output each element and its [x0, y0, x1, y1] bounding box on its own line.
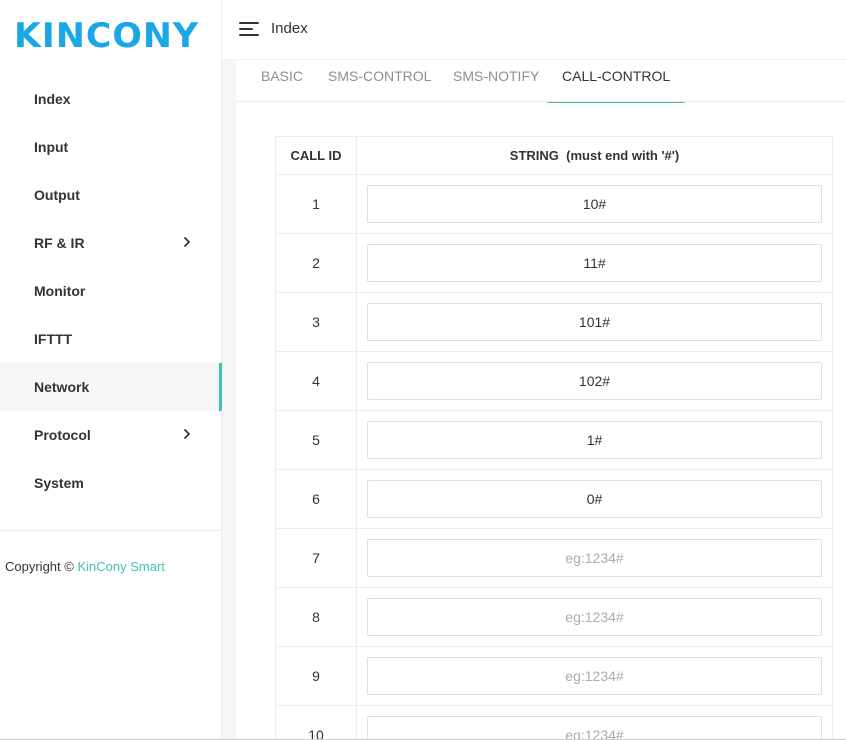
sidebar-item-system[interactable]: System — [0, 459, 221, 507]
content-panel: BASIC SMS-CONTROL SMS-NOTIFY CALL-CONTROL C… — [236, 60, 846, 740]
call-string-input[interactable] — [367, 303, 822, 341]
sidebar-divider — [0, 530, 221, 531]
logo-text: KINCONY — [14, 16, 200, 56]
table-row: 7 — [276, 529, 832, 588]
call-id-cell: 7 — [276, 529, 357, 587]
sidebar-item-ifttt[interactable]: IFTTT — [0, 315, 221, 363]
page-title: Index — [271, 20, 308, 37]
table-row: 8 — [276, 588, 832, 647]
sidebar-item-protocol[interactable]: Protocol — [0, 411, 221, 459]
table-row: 4 — [276, 352, 832, 411]
call-id-cell: 3 — [276, 293, 357, 351]
string-cell — [357, 352, 832, 410]
table-row: 3 — [276, 293, 832, 352]
sidebar-item-label: Protocol — [34, 427, 91, 443]
call-string-input[interactable] — [367, 539, 822, 577]
table-row: 5 — [276, 411, 832, 470]
string-cell — [357, 175, 832, 233]
sidebar-nav: Index Input Output RF & IR Monitor IFTTT Netwo… — [0, 75, 222, 507]
call-string-input[interactable] — [367, 185, 822, 223]
table-row: 9 — [276, 647, 832, 706]
string-cell — [357, 234, 832, 292]
sidebar-item-label: Input — [34, 139, 69, 155]
call-id-cell: 10 — [276, 706, 357, 740]
content-area: BASIC SMS-CONTROL SMS-NOTIFY CALL-CONTROL C… — [222, 60, 846, 740]
table-row: 1 — [276, 175, 832, 234]
call-control-table: CALL ID STRING (must end with '#') 12345… — [275, 136, 833, 740]
string-cell — [357, 706, 832, 740]
copyright-prefix: Copyright © — [5, 559, 78, 574]
call-string-input[interactable] — [367, 362, 822, 400]
table-row: 6 — [276, 470, 832, 529]
call-string-input[interactable] — [367, 716, 822, 740]
chevron-right-icon — [184, 429, 190, 439]
tab-sms-control[interactable]: SMS-CONTROL — [328, 60, 431, 102]
call-id-cell: 1 — [276, 175, 357, 233]
call-id-cell: 2 — [276, 234, 357, 292]
hamburger-menu-icon[interactable] — [239, 22, 259, 36]
copyright: Copyright © KinCony Smart — [5, 559, 165, 574]
string-cell — [357, 588, 832, 646]
copyright-brand-link[interactable]: KinCony Smart — [77, 559, 164, 574]
sidebar-item-label: Output — [34, 187, 80, 203]
sidebar-item-rf-ir[interactable]: RF & IR — [0, 219, 221, 267]
string-cell — [357, 293, 832, 351]
call-string-input[interactable] — [367, 244, 822, 282]
sidebar-item-label: Index — [34, 91, 71, 107]
tab-bar: BASIC SMS-CONTROL SMS-NOTIFY CALL-CONTROL — [236, 60, 846, 103]
sidebar: KINCONY Index Input Output RF & IR Monitor IF… — [0, 0, 222, 740]
sidebar-item-label: Network — [34, 379, 90, 395]
sidebar-item-output[interactable]: Output — [0, 171, 221, 219]
call-string-input[interactable] — [367, 657, 822, 695]
string-cell — [357, 647, 832, 705]
sidebar-item-network[interactable]: Network — [0, 363, 222, 411]
call-string-input[interactable] — [367, 421, 822, 459]
tab-sms-notify[interactable]: SMS-NOTIFY — [453, 60, 539, 102]
call-id-cell: 5 — [276, 411, 357, 469]
column-header-call-id: CALL ID — [276, 137, 357, 174]
sidebar-item-label: RF & IR — [34, 235, 85, 251]
sidebar-item-input[interactable]: Input — [0, 123, 221, 171]
call-string-input[interactable] — [367, 598, 822, 636]
table-row: 10 — [276, 706, 832, 740]
sidebar-item-monitor[interactable]: Monitor — [0, 267, 221, 315]
string-cell — [357, 470, 832, 528]
table-body: 12345678910 — [276, 175, 832, 740]
call-string-input[interactable] — [367, 480, 822, 518]
kincony-logo[interactable]: KINCONY — [14, 14, 198, 58]
sidebar-item-label: Monitor — [34, 283, 86, 299]
sidebar-item-index[interactable]: Index — [0, 75, 221, 123]
call-id-cell: 9 — [276, 647, 357, 705]
tab-call-control[interactable]: CALL-CONTROL — [546, 60, 686, 103]
tab-basic[interactable]: BASIC — [261, 60, 303, 102]
table-header: CALL ID STRING (must end with '#') — [276, 137, 832, 175]
string-cell — [357, 411, 832, 469]
call-id-cell: 8 — [276, 588, 357, 646]
top-header: Index — [222, 0, 846, 60]
call-id-cell: 4 — [276, 352, 357, 410]
sidebar-item-label: System — [34, 475, 84, 491]
chevron-right-icon — [184, 237, 190, 247]
string-cell — [357, 529, 832, 587]
table-row: 2 — [276, 234, 832, 293]
sidebar-item-label: IFTTT — [34, 331, 73, 347]
call-id-cell: 6 — [276, 470, 357, 528]
column-header-string: STRING (must end with '#') — [509, 148, 680, 163]
